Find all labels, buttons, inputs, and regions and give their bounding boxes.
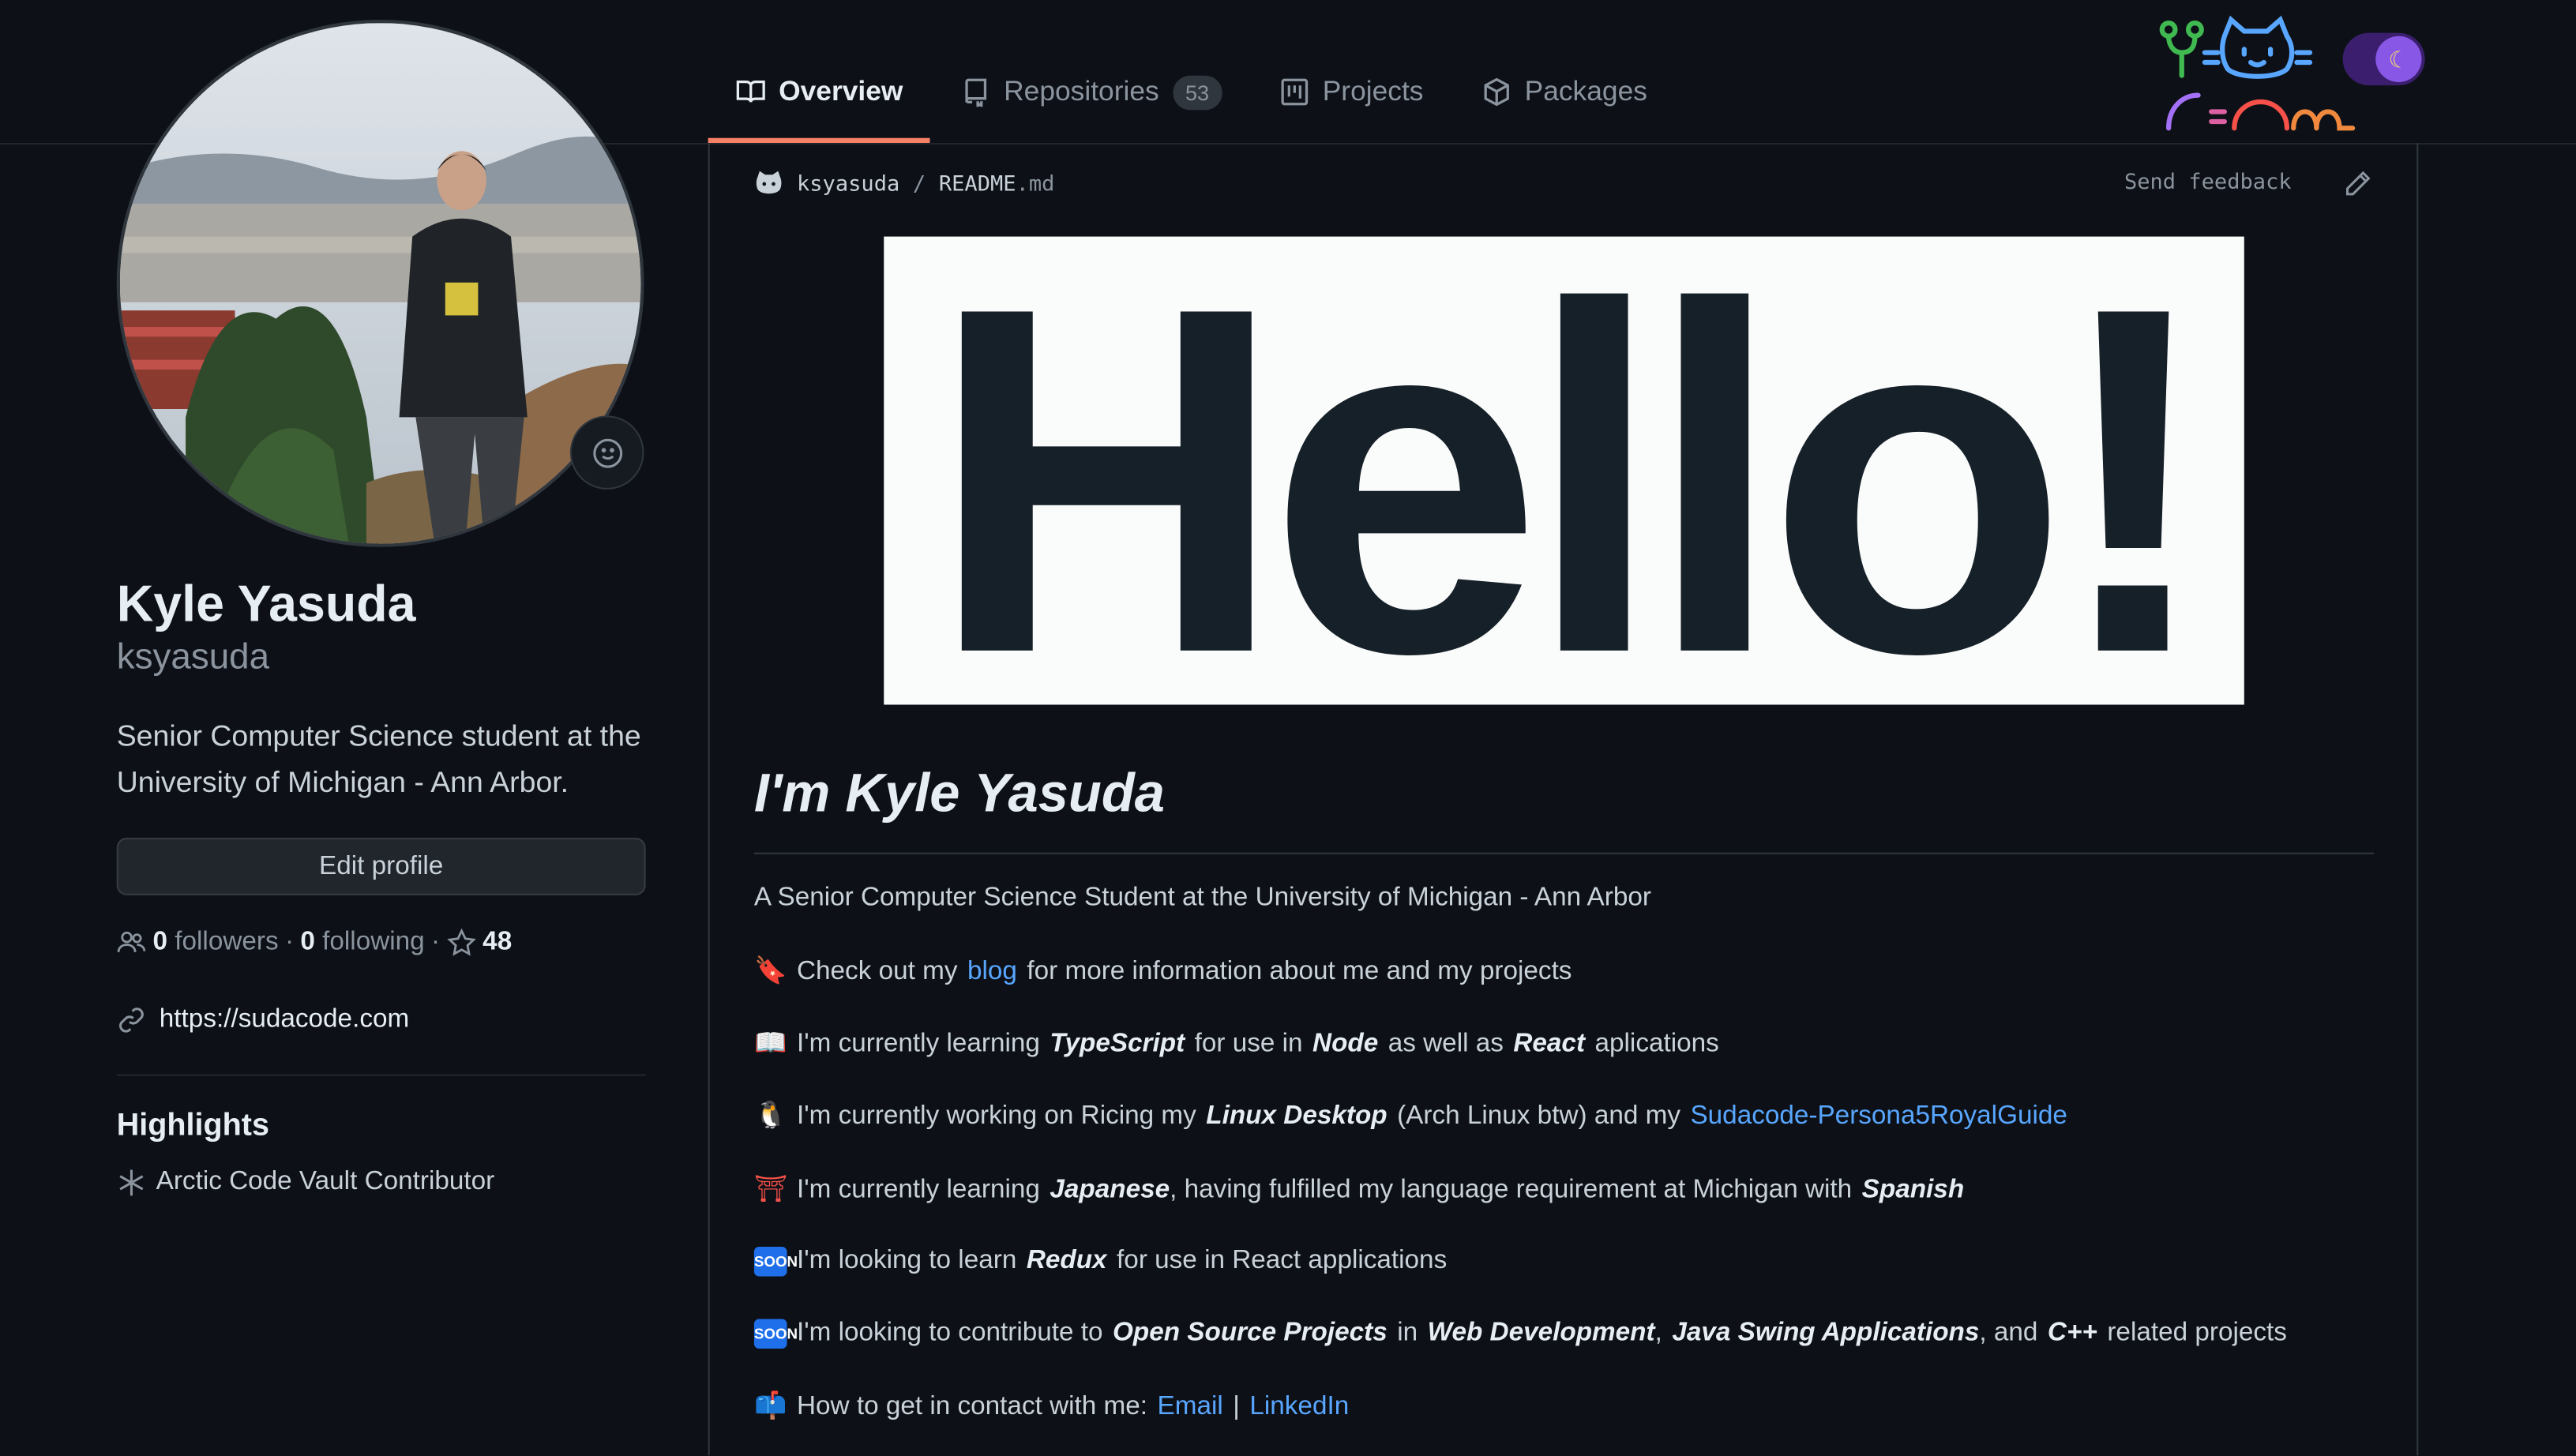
edit-profile-button[interactable]: Edit profile bbox=[116, 838, 646, 895]
avatar[interactable] bbox=[116, 19, 644, 547]
tab-label: Repositories bbox=[1004, 75, 1159, 107]
tab-label: Overview bbox=[779, 75, 903, 107]
octocat-logo bbox=[2159, 15, 2356, 131]
persona5-guide-link[interactable]: Sudacode-Persona5RoyalGuide bbox=[1690, 1102, 2067, 1131]
tab-label: Packages bbox=[1524, 75, 1647, 107]
package-icon bbox=[1484, 77, 1509, 107]
stars-link[interactable]: 48 bbox=[446, 928, 512, 957]
penguin-icon: 🐧 bbox=[753, 1101, 787, 1131]
repo-count-badge: 53 bbox=[1172, 74, 1222, 110]
readme-line-open-source: SOON I'm looking to contribute to Open S… bbox=[753, 1319, 2287, 1349]
tab-packages[interactable]: Packages bbox=[1482, 62, 1647, 122]
bookmark-icon: 🔖 bbox=[753, 957, 787, 986]
profile-bio: Senior Computer Science student at the U… bbox=[116, 719, 641, 799]
repo-icon bbox=[965, 78, 987, 107]
profile-name: Kyle Yasuda bbox=[116, 575, 416, 632]
following-link[interactable]: 0 following bbox=[300, 928, 424, 957]
theme-toggle[interactable]: ☾ bbox=[2342, 32, 2425, 86]
readme-line-blog: 🔖 Check out my blog for more information… bbox=[754, 956, 1572, 989]
avatar-photo bbox=[119, 23, 641, 544]
project-icon bbox=[1281, 78, 1309, 106]
send-feedback-link[interactable]: Send feedback bbox=[2124, 171, 2292, 195]
link-icon bbox=[119, 1008, 144, 1033]
tab-label: Projects bbox=[1322, 75, 1424, 107]
star-icon bbox=[446, 928, 476, 956]
set-status-button[interactable] bbox=[569, 415, 644, 490]
profile-username: ksyasuda bbox=[116, 636, 270, 677]
open-book-icon: 📖 bbox=[753, 1030, 787, 1058]
readme-filename: README bbox=[938, 171, 1016, 197]
snowflake-icon bbox=[119, 1169, 144, 1196]
readme-path: ksyasuda / README.md bbox=[754, 169, 1054, 198]
readme-heading: I'm Kyle Yasuda bbox=[753, 762, 1165, 824]
blog-link[interactable]: blog bbox=[967, 958, 1017, 987]
followers-link[interactable]: 0 followers bbox=[152, 928, 278, 957]
divider bbox=[116, 1074, 646, 1076]
tab-projects[interactable]: Projects bbox=[1280, 62, 1424, 122]
email-link[interactable]: Email bbox=[1158, 1393, 1223, 1422]
readme-line-redux: SOON I'm looking to learn Redux for use … bbox=[753, 1247, 1447, 1277]
mailbox-icon: 📫 bbox=[753, 1393, 787, 1421]
moon-icon: ☾ bbox=[2375, 36, 2422, 83]
arctic-vault-badge[interactable]: Arctic Code Vault Contributor bbox=[117, 1168, 494, 1197]
follow-stats: 0 followers · 0 following · 48 bbox=[117, 928, 512, 957]
website-link[interactable]: https://sudacode.com bbox=[117, 1005, 409, 1034]
octoface-icon bbox=[756, 171, 782, 194]
readme-owner[interactable]: ksyasuda bbox=[797, 171, 899, 196]
book-icon bbox=[736, 80, 765, 103]
highlights-heading: Highlights bbox=[116, 1109, 269, 1143]
readme-line-contact: 📫 How to get in contact with me: Email |… bbox=[754, 1391, 1349, 1424]
tab-repositories[interactable]: Repositories 53 bbox=[961, 62, 1222, 122]
soon-arrow-icon: SOON bbox=[753, 1319, 798, 1349]
soon-arrow-icon: SOON bbox=[753, 1247, 798, 1277]
smiley-icon bbox=[592, 437, 622, 467]
pencil-icon[interactable] bbox=[2343, 169, 2372, 198]
readme-line-learning: 📖 I'm currently learning TypeScript for … bbox=[754, 1028, 1719, 1061]
shrine-gate-icon: ⛩ bbox=[753, 1176, 788, 1204]
readme-line-japanese: ⛩ I'm currently learning Japanese, havin… bbox=[754, 1174, 1964, 1207]
people-icon bbox=[117, 931, 146, 952]
linkedin-link[interactable]: LinkedIn bbox=[1249, 1393, 1349, 1422]
readme-intro: A Senior Computer Science Student at the… bbox=[753, 884, 1651, 912]
readme-line-ricing: 🐧 I'm currently working on Ricing my Lin… bbox=[754, 1101, 2067, 1134]
hello-banner-image: Hello! bbox=[884, 205, 2244, 756]
heading-rule bbox=[753, 852, 2375, 854]
svg-text:Hello!: Hello! bbox=[929, 237, 2199, 705]
tab-overview[interactable]: Overview bbox=[736, 62, 903, 122]
